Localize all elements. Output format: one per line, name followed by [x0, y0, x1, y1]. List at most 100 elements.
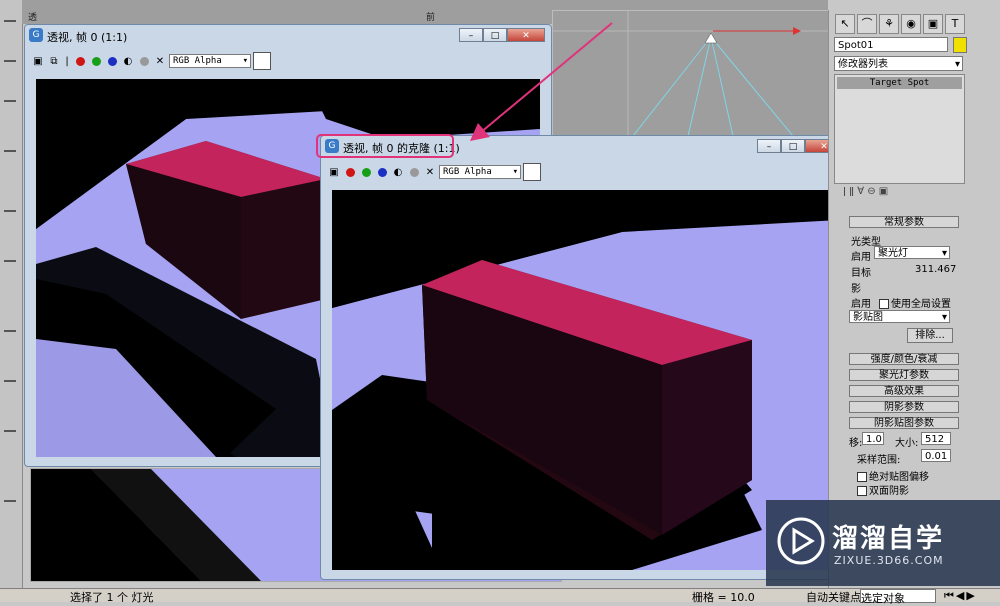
bias-label: 移: — [849, 438, 863, 449]
modifier-list-label: 修改器列表 — [838, 59, 888, 70]
toolbar-tick — [4, 210, 16, 212]
shadow-type-select[interactable]: 影贴图 ▾ — [849, 310, 950, 323]
motion-tab-icon[interactable]: ◉ — [901, 14, 921, 34]
maximize-button[interactable]: □ — [781, 139, 805, 153]
channel-select[interactable]: RGB Alpha ▾ — [169, 54, 251, 68]
rendered-scene — [332, 190, 839, 570]
alpha-channel-button[interactable] — [407, 165, 421, 179]
toolbar-tick — [4, 260, 16, 262]
rollout-shadow[interactable]: 阴影参数 — [849, 401, 959, 413]
title-highlight — [316, 134, 454, 158]
auto-key-button[interactable]: 自动关键点 — [806, 589, 861, 605]
toolbar-tick — [4, 430, 16, 432]
shadow-label: 影 — [851, 284, 861, 295]
chevron-down-icon: ▾ — [242, 56, 248, 66]
stack-item[interactable]: Target Spot — [837, 77, 962, 89]
channel-select-value: RGB Alpha — [443, 167, 492, 177]
render-output — [332, 190, 839, 570]
exclude-button[interactable]: 排除... — [907, 328, 953, 343]
annotation-arrow — [470, 22, 613, 141]
two-sided-label: 双面阴影 — [869, 486, 909, 497]
grid-status: 栅格 = 10.0 — [692, 591, 755, 604]
rollout-spot[interactable]: 聚光灯参数 — [849, 369, 959, 381]
use-global-label: 使用全局设置 — [891, 299, 951, 310]
clear-icon[interactable]: ✕ — [423, 165, 437, 179]
left-toolbar — [0, 0, 23, 590]
shadow-enable-label: 启用 — [851, 299, 871, 310]
toolbar-tick — [4, 500, 16, 502]
chevron-down-icon: ▾ — [941, 248, 947, 259]
green-channel-button[interactable] — [359, 165, 373, 179]
bias-field[interactable]: 1.0 — [862, 432, 884, 445]
object-name-field[interactable]: Spot01 — [834, 37, 948, 52]
separator: | — [65, 55, 69, 67]
minimize-button[interactable]: – — [757, 139, 781, 153]
sample-range-field[interactable]: 0.01 — [921, 449, 951, 462]
modifier-stack: Target Spot — [834, 74, 965, 184]
toolbar-tick — [4, 330, 16, 332]
sample-range-label: 采样范围: — [857, 455, 901, 466]
rollout-intensity[interactable]: 强度/颜色/衰减 — [849, 353, 959, 365]
watermark-url: ZIXUE.3D66.COM — [834, 554, 944, 567]
toolbar-tick — [4, 60, 16, 62]
play-logo-icon — [777, 517, 825, 565]
modifier-list-select[interactable]: 修改器列表 ▾ — [834, 56, 963, 71]
channel-select[interactable]: RGB Alpha ▾ — [439, 165, 521, 179]
app-icon: G — [29, 28, 43, 42]
status-bar: 选择了 1 个 灯光 栅格 = 10.0 自动关键点 选定对象 ⏮◀▶ — [0, 588, 1000, 605]
display-tab-icon[interactable]: ▣ — [923, 14, 943, 34]
green-channel-button[interactable] — [89, 54, 103, 68]
blue-channel-button[interactable] — [375, 165, 389, 179]
checkbox-icon — [857, 486, 867, 496]
two-sided-checkbox[interactable]: 双面阴影 — [857, 482, 909, 497]
shadow-type-value: 影贴图 — [853, 312, 883, 323]
mono-icon[interactable]: ◐ — [121, 54, 135, 68]
toolbar-tick — [4, 20, 16, 22]
size-label: 大小: — [895, 438, 919, 449]
light-type-select[interactable]: 聚光灯 ▾ — [874, 246, 950, 259]
create-tab-icon[interactable]: ↖ — [835, 14, 855, 34]
toolbar-tick — [4, 100, 16, 102]
watermark: 溜溜自学 ZIXUE.3D66.COM — [766, 500, 1000, 586]
save-icon[interactable]: ▣ — [31, 54, 45, 68]
checkbox-icon — [857, 472, 867, 482]
rollout-shadowmap[interactable]: 阴影贴图参数 — [849, 417, 959, 429]
chevron-down-icon: ▾ — [954, 59, 960, 70]
alpha-channel-button[interactable] — [137, 54, 151, 68]
command-tabs: ↖ ⌒ ⚘ ◉ ▣ T — [835, 14, 965, 34]
target-label: 目标 — [851, 268, 871, 279]
object-color-swatch[interactable] — [953, 37, 967, 53]
use-global-checkbox[interactable]: 使用全局设置 — [879, 295, 951, 310]
save-icon[interactable]: ▣ — [327, 165, 341, 179]
target-value: 311.467 — [915, 264, 957, 275]
blue-channel-button[interactable] — [105, 54, 119, 68]
light-type-value: 聚光灯 — [878, 248, 908, 259]
selection-status: 选择了 1 个 灯光 — [70, 591, 154, 604]
viewport-label: 透 — [28, 13, 38, 23]
checkbox-icon — [879, 299, 889, 309]
hierarchy-tab-icon[interactable]: ⚘ — [879, 14, 899, 34]
chevron-down-icon: ▾ — [512, 167, 518, 177]
watermark-brand: 溜溜自学 — [832, 524, 945, 554]
toolbar-tick — [4, 380, 16, 382]
clone-icon[interactable]: ⧉ — [47, 54, 61, 68]
clear-icon[interactable]: ✕ — [153, 54, 167, 68]
utilities-tab-icon[interactable]: T — [945, 14, 965, 34]
size-field[interactable]: 512 — [921, 432, 951, 445]
color-swatch[interactable] — [523, 163, 541, 181]
rollout-advanced[interactable]: 高级效果 — [849, 385, 959, 397]
channel-select-value: RGB Alpha — [173, 56, 222, 66]
render-toolbar: ▣ ◐ ✕ RGB Alpha ▾ — [327, 162, 541, 182]
key-filter-value: 选定对象 — [861, 592, 905, 605]
window-title: 透视, 帧 0 (1:1) — [47, 31, 128, 44]
red-channel-button[interactable] — [73, 54, 87, 68]
render-toolbar: ▣ ⧉ | ◐ ✕ RGB Alpha ▾ — [31, 51, 271, 71]
viewport-label: 前 — [426, 13, 436, 23]
chevron-down-icon: ▾ — [941, 312, 947, 323]
mono-icon[interactable]: ◐ — [391, 165, 405, 179]
color-swatch[interactable] — [253, 52, 271, 70]
rollout-general[interactable]: 常规参数 — [849, 216, 959, 228]
red-channel-button[interactable] — [343, 165, 357, 179]
abs-bias-checkbox[interactable]: 绝对贴图偏移 — [857, 468, 929, 483]
modify-tab-icon[interactable]: ⌒ — [857, 14, 877, 34]
